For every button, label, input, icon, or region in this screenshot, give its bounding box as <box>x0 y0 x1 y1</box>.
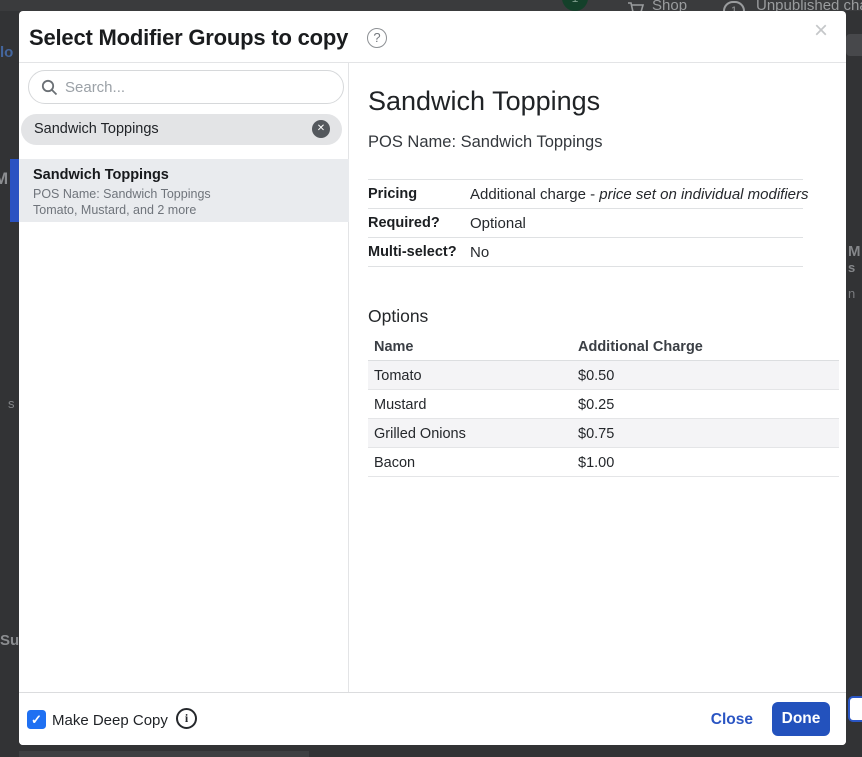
column-header-name: Name <box>374 339 414 355</box>
option-row: Grilled Onions $0.75 <box>368 419 839 448</box>
option-name: Tomato <box>374 368 422 384</box>
search-input[interactable] <box>65 72 333 102</box>
help-icon[interactable]: ? <box>367 28 387 48</box>
attribute-row: PricingAdditional charge - price set on … <box>368 180 803 209</box>
list-item-pos-name: POS Name: Sandwich Toppings <box>33 187 211 201</box>
done-button[interactable]: Done <box>772 702 830 736</box>
list-item-name: Sandwich Toppings <box>33 167 169 183</box>
attribute-label: Multi-select? <box>368 244 470 260</box>
option-additional-charge: $0.75 <box>578 426 614 442</box>
attribute-label: Required? <box>368 215 470 231</box>
option-additional-charge: $0.25 <box>578 397 614 413</box>
search-field <box>28 70 344 104</box>
options-table: Name Additional Charge Tomato $0.50 Mustar… <box>368 334 839 477</box>
modifier-group-list-panel: Sandwich Toppings ✕ Sandwich Toppings PO… <box>19 63 349 692</box>
close-icon[interactable]: × <box>814 19 828 43</box>
shop-label: Shop <box>652 0 687 11</box>
unpublished-label: Unpublished cha <box>756 0 862 11</box>
background-fragment: Su <box>0 632 19 649</box>
make-deep-copy-label: Make Deep Copy <box>52 712 168 729</box>
attribute-label: Pricing <box>368 186 470 202</box>
background-fragment: s <box>8 396 15 411</box>
cart-icon <box>627 1 645 11</box>
detail-title: Sandwich Toppings <box>368 86 600 117</box>
attributes-table: PricingAdditional charge - price set on … <box>368 179 803 267</box>
options-heading: Options <box>368 306 428 327</box>
selected-indicator-bar <box>10 159 19 222</box>
search-icon <box>41 79 58 96</box>
option-name: Grilled Onions <box>374 426 466 442</box>
clear-filter-icon[interactable]: ✕ <box>312 120 330 138</box>
option-additional-charge: $0.50 <box>578 368 614 384</box>
background-fragment: n <box>848 286 855 301</box>
option-row: Tomato $0.50 <box>368 361 839 390</box>
select-modifier-groups-dialog: Select Modifier Groups to copy ? × Sandw… <box>19 11 846 745</box>
notification-badge: 1 <box>562 0 588 11</box>
attribute-row: Required?Optional <box>368 209 803 238</box>
background-fragment: M <box>0 169 8 189</box>
list-item-summary: Tomato, Mustard, and 2 more <box>33 203 196 217</box>
close-button[interactable]: Close <box>711 711 753 729</box>
options-table-header: Name Additional Charge <box>368 334 839 361</box>
info-icon[interactable]: i <box>176 708 197 729</box>
option-name: Bacon <box>374 455 415 471</box>
attribute-value: No <box>470 244 489 261</box>
dialog-title: Select Modifier Groups to copy <box>29 25 348 51</box>
background-fragment-button <box>848 696 862 722</box>
option-row: Bacon $1.00 <box>368 448 839 477</box>
filter-chip-label: Sandwich Toppings <box>34 114 159 145</box>
attribute-value: Additional charge - price set on individ… <box>470 186 809 203</box>
attribute-value: Optional <box>470 215 526 232</box>
background-fragment: s <box>848 260 855 275</box>
background-fragment-box <box>846 34 862 56</box>
dialog-footer: ✓ Make Deep Copy i Close Done <box>19 692 846 745</box>
modifier-group-detail-panel: Sandwich Toppings POS Name: Sandwich Top… <box>350 63 846 692</box>
detail-pos-name: POS Name: Sandwich Toppings <box>368 133 603 152</box>
unpublished-count-icon: 1 <box>723 1 745 11</box>
modifier-group-list-item[interactable]: Sandwich Toppings POS Name: Sandwich Top… <box>19 159 349 222</box>
option-row: Mustard $0.25 <box>368 390 839 419</box>
background-fragment: M <box>848 243 861 260</box>
option-additional-charge: $1.00 <box>578 455 614 471</box>
column-header-additional-charge: Additional Charge <box>578 339 703 355</box>
attribute-row: Multi-select?No <box>368 238 803 267</box>
make-deep-copy-checkbox[interactable]: ✓ <box>27 710 46 729</box>
background-fragment: lo <box>0 44 13 61</box>
option-name: Mustard <box>374 397 426 413</box>
filter-chip: Sandwich Toppings ✕ <box>21 114 342 145</box>
background-fragment-band <box>19 751 309 757</box>
background-topbar: 1 Shop 1 Unpublished cha <box>0 0 862 11</box>
